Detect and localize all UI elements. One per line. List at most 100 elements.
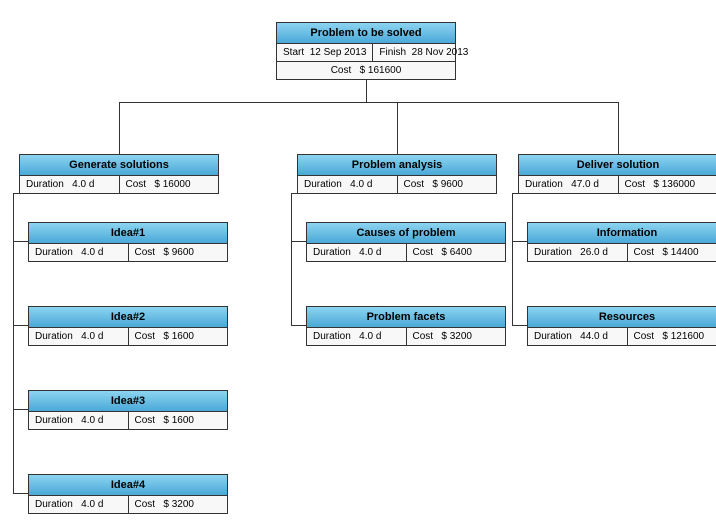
branch2-cost-label: Cost: [625, 179, 646, 190]
idea2-duration-label: Duration: [35, 331, 73, 342]
causes-cost-label: Cost: [413, 247, 434, 258]
root-title: Problem to be solved: [277, 23, 455, 44]
facets-cost-label: Cost: [413, 331, 434, 342]
branch1-duration-value: 4.0 d: [350, 179, 372, 190]
branch1-title: Problem analysis: [298, 155, 496, 176]
resources-cost-label: Cost: [634, 331, 655, 342]
branch-generate-solutions: Generate solutions Duration 4.0 d Cost $…: [19, 154, 219, 194]
connector-branch2-spine: [512, 193, 513, 325]
root-cost-label: Cost: [331, 65, 352, 76]
facets-title: Problem facets: [307, 307, 505, 328]
root-start-cell: Start 12 Sep 2013: [277, 44, 373, 61]
connector-branch0-child2: [13, 409, 28, 410]
connector-branch0-spine-top: [13, 193, 19, 194]
resources-cost-value: $ 121600: [662, 331, 704, 342]
node-idea-1: Idea#1 Duration 4.0 d Cost $ 9600: [28, 222, 228, 262]
idea3-cost-value: $ 1600: [163, 415, 194, 426]
causes-title: Causes of problem: [307, 223, 505, 244]
branch2-duration-cell: Duration 47.0 d: [519, 176, 619, 193]
branch0-cost-label: Cost: [126, 179, 147, 190]
node-problem-facets: Problem facets Duration 4.0 d Cost $ 320…: [306, 306, 506, 346]
idea3-cost-cell: Cost $ 1600: [129, 412, 228, 429]
info-duration-label: Duration: [534, 247, 572, 258]
idea1-duration-value: 4.0 d: [81, 247, 103, 258]
root-finish-cell: Finish 28 Nov 2013: [373, 44, 474, 61]
idea2-title: Idea#2: [29, 307, 227, 328]
node-idea-3: Idea#3 Duration 4.0 d Cost $ 1600: [28, 390, 228, 430]
node-information: Information Duration 26.0 d Cost $ 14400: [527, 222, 716, 262]
branch0-duration-label: Duration: [26, 179, 64, 190]
resources-info-row: Duration 44.0 d Cost $ 121600: [528, 328, 716, 345]
causes-duration-value: 4.0 d: [359, 247, 381, 258]
node-resources: Resources Duration 44.0 d Cost $ 121600: [527, 306, 716, 346]
connector-branch0-spine: [13, 193, 14, 493]
connector-branch0-child3: [13, 493, 28, 494]
connector-branch2-spine-top: [512, 193, 518, 194]
idea1-cost-cell: Cost $ 9600: [129, 244, 228, 261]
connector-horizontal-main: [119, 102, 619, 103]
node-idea-2: Idea#2 Duration 4.0 d Cost $ 1600: [28, 306, 228, 346]
root-node: Problem to be solved Start 12 Sep 2013 F…: [276, 22, 456, 80]
connector-branch0-child0: [13, 241, 28, 242]
connector-branch1-spine: [291, 193, 292, 325]
branch2-info-row: Duration 47.0 d Cost $ 136000: [519, 176, 716, 193]
idea4-duration-label: Duration: [35, 499, 73, 510]
connector-branch2-child1: [512, 325, 527, 326]
idea4-cost-label: Cost: [135, 499, 156, 510]
facets-cost-value: $ 3200: [441, 331, 472, 342]
branch1-info-row: Duration 4.0 d Cost $ 9600: [298, 176, 496, 193]
connector-down-branch1: [397, 102, 398, 154]
resources-duration-cell: Duration 44.0 d: [528, 328, 628, 345]
branch2-duration-label: Duration: [525, 179, 563, 190]
root-dates-row: Start 12 Sep 2013 Finish 28 Nov 2013: [277, 44, 455, 62]
connector-branch2-child0: [512, 241, 527, 242]
idea3-duration-value: 4.0 d: [81, 415, 103, 426]
idea1-title: Idea#1: [29, 223, 227, 244]
branch1-cost-value: $ 9600: [432, 179, 463, 190]
root-start-value: 12 Sep 2013: [310, 47, 367, 58]
branch-problem-analysis: Problem analysis Duration 4.0 d Cost $ 9…: [297, 154, 497, 194]
idea2-duration-value: 4.0 d: [81, 331, 103, 342]
root-cost-value: $ 161600: [360, 65, 402, 76]
branch1-cost-cell: Cost $ 9600: [398, 176, 497, 193]
idea1-cost-value: $ 9600: [163, 247, 194, 258]
branch2-cost-value: $ 136000: [653, 179, 695, 190]
connector-branch1-child0: [291, 241, 306, 242]
idea2-cost-cell: Cost $ 1600: [129, 328, 228, 345]
branch2-title: Deliver solution: [519, 155, 716, 176]
idea1-info-row: Duration 4.0 d Cost $ 9600: [29, 244, 227, 261]
info-duration-value: 26.0 d: [580, 247, 608, 258]
resources-title: Resources: [528, 307, 716, 328]
idea3-duration-cell: Duration 4.0 d: [29, 412, 129, 429]
connector-down-branch0: [119, 102, 120, 154]
resources-cost-cell: Cost $ 121600: [628, 328, 716, 345]
idea1-duration-label: Duration: [35, 247, 73, 258]
facets-info-row: Duration 4.0 d Cost $ 3200: [307, 328, 505, 345]
branch0-duration-value: 4.0 d: [72, 179, 94, 190]
idea4-duration-cell: Duration 4.0 d: [29, 496, 129, 513]
root-cost-cell: Cost $ 161600: [277, 62, 455, 79]
node-causes-of-problem: Causes of problem Duration 4.0 d Cost $ …: [306, 222, 506, 262]
idea1-cost-label: Cost: [135, 247, 156, 258]
connector-branch1-child1: [291, 325, 306, 326]
branch0-duration-cell: Duration 4.0 d: [20, 176, 120, 193]
idea4-cost-cell: Cost $ 3200: [129, 496, 228, 513]
branch0-cost-cell: Cost $ 16000: [120, 176, 219, 193]
idea2-cost-label: Cost: [135, 331, 156, 342]
causes-duration-label: Duration: [313, 247, 351, 258]
root-cost-row: Cost $ 161600: [277, 62, 455, 79]
connector-branch0-child1: [13, 325, 28, 326]
facets-duration-value: 4.0 d: [359, 331, 381, 342]
node-idea-4: Idea#4 Duration 4.0 d Cost $ 3200: [28, 474, 228, 514]
facets-duration-label: Duration: [313, 331, 351, 342]
idea1-duration-cell: Duration 4.0 d: [29, 244, 129, 261]
info-info-row: Duration 26.0 d Cost $ 14400: [528, 244, 716, 261]
branch2-cost-cell: Cost $ 136000: [619, 176, 716, 193]
info-cost-value: $ 14400: [662, 247, 698, 258]
idea3-info-row: Duration 4.0 d Cost $ 1600: [29, 412, 227, 429]
info-cost-cell: Cost $ 14400: [628, 244, 716, 261]
idea2-duration-cell: Duration 4.0 d: [29, 328, 129, 345]
branch0-info-row: Duration 4.0 d Cost $ 16000: [20, 176, 218, 193]
facets-duration-cell: Duration 4.0 d: [307, 328, 407, 345]
connector-down-branch2: [618, 102, 619, 154]
